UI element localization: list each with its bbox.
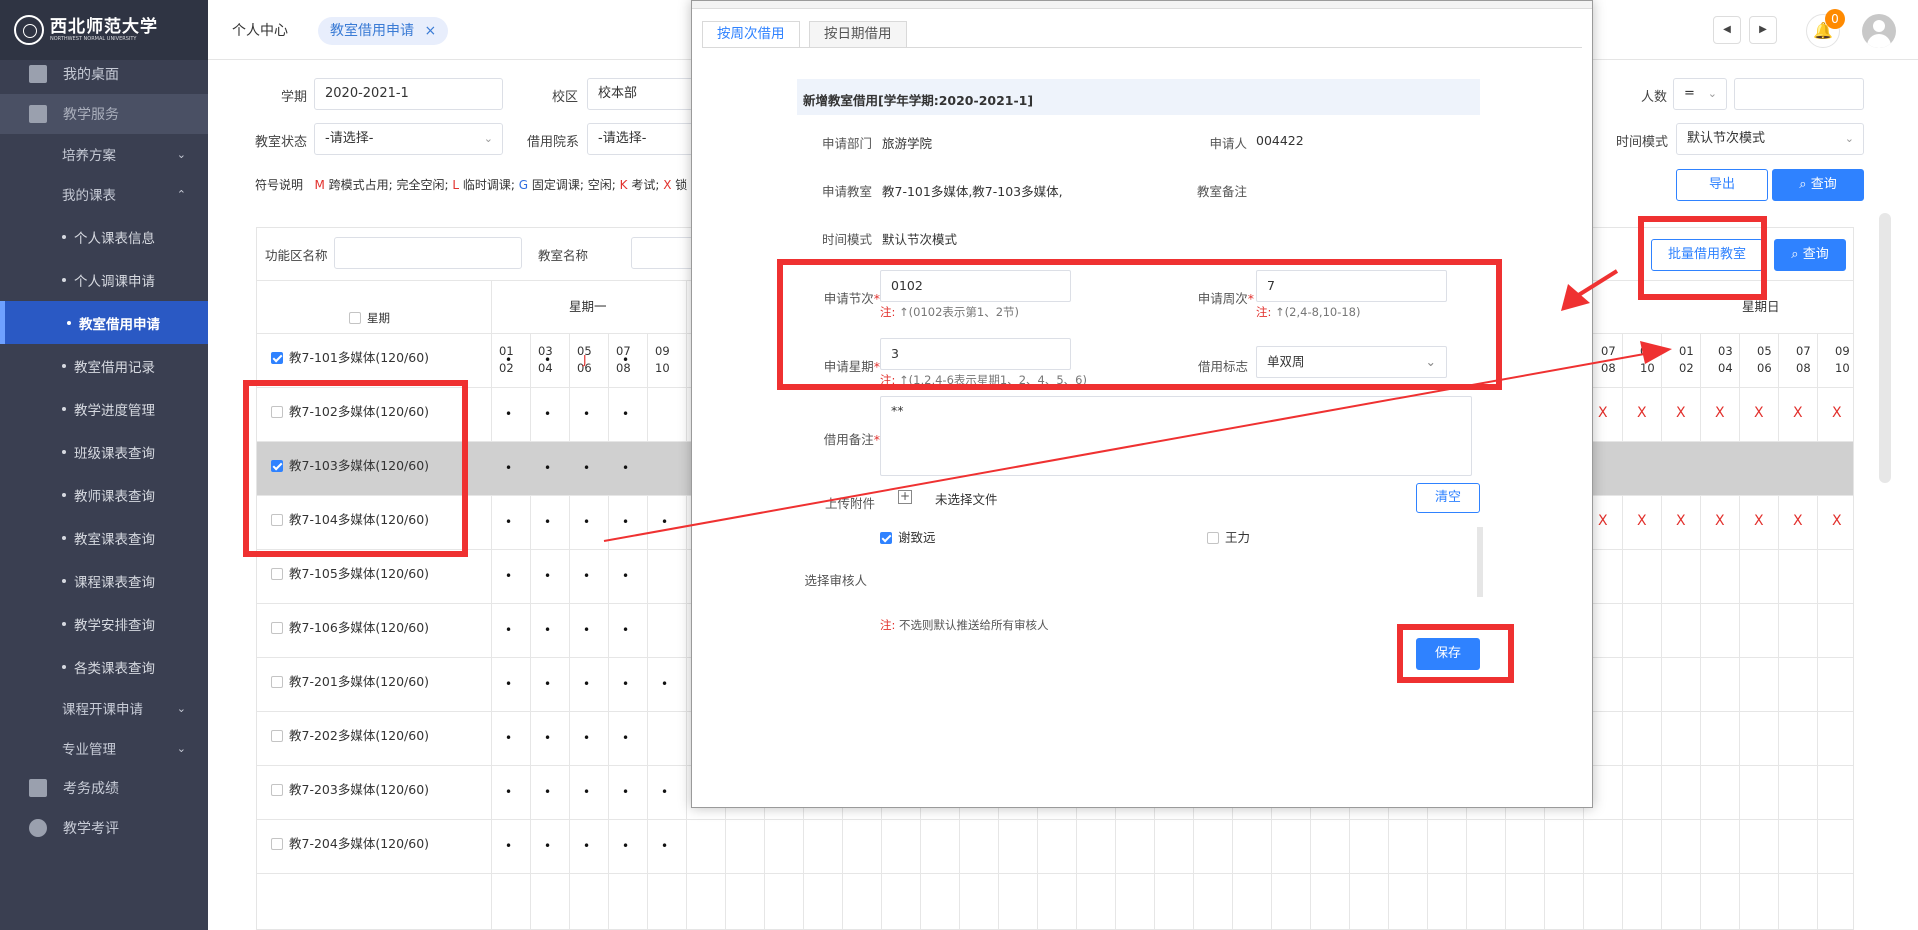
app-root: 西北师范大学 NORTHWEST NORMAL UNIVERSITY 我的桌面 …	[0, 0, 1918, 930]
annotation-arrow-head	[1561, 284, 1590, 311]
annotation-arrows	[603, 269, 1672, 542]
annotation-arrow-line	[1575, 269, 1619, 298]
annotation-arrow-line	[603, 352, 1651, 542]
annotation-arrow-head	[1640, 341, 1672, 364]
